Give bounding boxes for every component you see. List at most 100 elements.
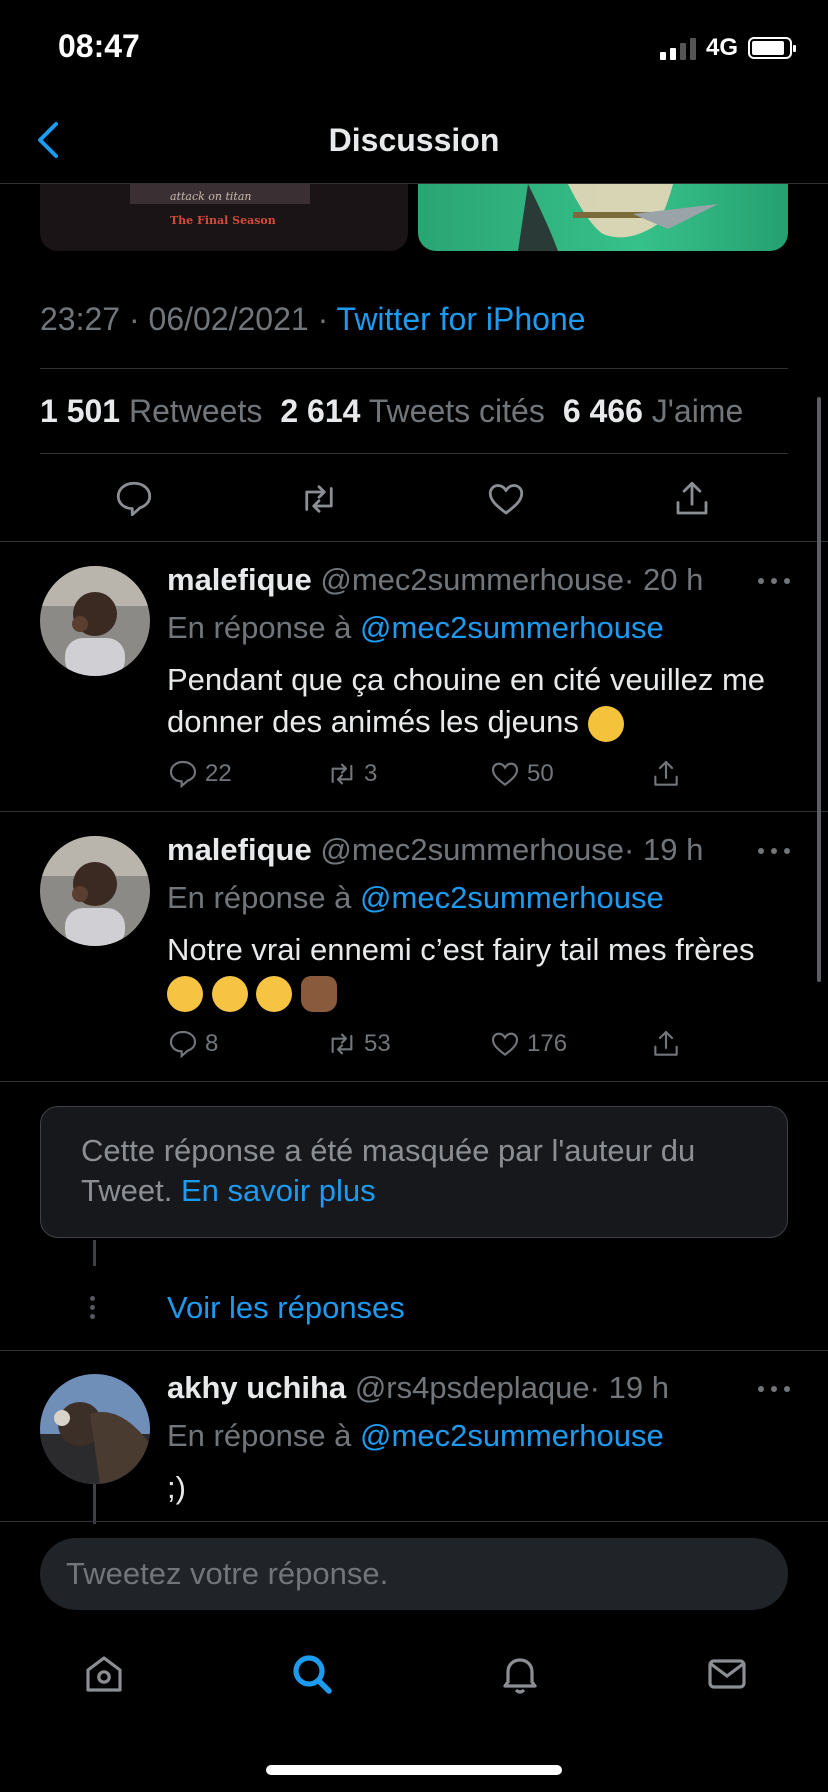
hidden-reply-notice: Cette réponse a été masquée par l'auteur… [40,1106,788,1238]
reply-to-link[interactable]: @mec2summerhouse [360,880,664,915]
share-icon [654,1030,678,1056]
thread-line [93,1240,96,1266]
retweets-stat[interactable]: 1 501 Retweets [40,393,262,430]
meta-divider [40,368,788,369]
kissing-face-emoji [587,705,624,742]
scrollbar[interactable] [817,397,821,982]
home-icon [86,1656,122,1692]
likes-stat[interactable]: 6 466 J'aime [563,393,743,430]
media-image-right[interactable] [418,184,788,251]
like-count: 50 [527,760,554,787]
likes-label: J'aime [651,393,744,429]
tab-home[interactable] [80,1650,128,1698]
tweet-time: 23:27 [40,301,121,337]
search-icon [293,1655,332,1694]
reply-icon [169,1030,197,1059]
like-icon [491,762,519,787]
quote-tweets-stat[interactable]: 2 614 Tweets cités [280,393,544,430]
tweet-meta: 23:27 · 06/02/2021 · Twitter for iPhone [40,301,586,338]
hidden-reply-text: Cette réponse a été masquée par l'auteur… [81,1133,696,1208]
reply-like-button[interactable]: 176 [489,1028,567,1060]
poster-subtitle: attack on titan [170,190,252,203]
reply-time: · 20 h [624,562,704,597]
messages-icon [708,1659,746,1689]
reply-retweet-button[interactable]: 53 [326,1028,391,1060]
reply-prefix: En réponse à [167,610,352,645]
reply-icon [169,760,197,789]
avatar-photo [40,566,150,676]
thread-line [93,1484,96,1524]
reply-to-link[interactable]: @mec2summerhouse [360,1418,664,1453]
reply-icon [116,481,152,517]
reply-count: 8 [205,1030,219,1057]
more-icon[interactable] [758,1386,790,1396]
reply-reply-button[interactable]: 8 [167,1028,218,1060]
avatar-photo [40,1374,150,1484]
home-indicator [266,1765,562,1775]
raised-fist-emoji [300,975,337,1012]
tab-search[interactable] [288,1650,336,1698]
reply-author-name[interactable]: akhy uchiha [167,1370,346,1405]
tab-messages[interactable] [703,1650,751,1698]
stats-divider [40,453,788,454]
avatar[interactable] [40,566,150,676]
like-count: 176 [527,1030,568,1057]
reply-time: · 19 h [589,1370,669,1405]
reply-divider [0,1350,828,1351]
status-indicators: 4G [659,34,796,62]
quote-tweets-count: 2 614 [280,393,361,429]
retweet-icon [331,1033,353,1055]
like-icon [491,1032,519,1057]
reply-composer-input[interactable] [40,1538,788,1610]
reply-to-link[interactable]: @mec2summerhouse [360,610,664,645]
reply-prefix: En réponse à [167,880,352,915]
reply-author-handle[interactable]: @rs4psdeplaque [355,1370,590,1405]
see-replies-link[interactable]: Voir les réponses [167,1290,405,1326]
retweet-count: 53 [364,1030,391,1057]
composer-divider [0,1521,828,1522]
share-icon [676,481,708,515]
more-icon[interactable] [758,848,790,858]
share-icon [654,760,678,786]
retweet-button[interactable] [298,478,340,520]
reply-text: ;) [167,1470,186,1505]
reply-author-handle[interactable]: @mec2summerhouse [320,832,624,867]
tweet-source-link[interactable]: Twitter for iPhone [337,301,586,337]
reply-button[interactable] [113,478,155,520]
retweets-count: 1 501 [40,393,121,429]
tab-notifications[interactable] [496,1650,544,1698]
avatar[interactable] [40,836,150,946]
rolling-laughing-emoji [167,975,203,1012]
reply-share-button[interactable] [650,1028,682,1060]
reply-author-handle[interactable]: @mec2summerhouse [320,562,624,597]
avatar-photo [40,836,150,946]
retweets-label: Retweets [128,393,263,429]
rolling-laughing-emoji [211,975,248,1012]
battery-icon [748,37,796,59]
retweet-count: 3 [364,760,378,787]
more-icon[interactable] [758,578,790,588]
like-icon [488,484,524,515]
like-button[interactable] [485,478,527,520]
reply-prefix: En réponse à [167,1418,352,1453]
thread-dots [90,1296,95,1319]
poster-title: The Final Season [170,214,276,227]
reply-author-name[interactable]: malefique [167,832,312,867]
quote-tweets-label: Tweets cités [368,393,545,429]
reply-share-button[interactable] [650,758,682,790]
share-button[interactable] [671,478,713,520]
signal-icon [659,36,696,60]
reply-count: 22 [205,760,232,787]
reply-author-name[interactable]: malefique [167,562,312,597]
reply-reply-button[interactable]: 22 [167,758,232,790]
reply-like-button[interactable]: 50 [489,758,554,790]
reply-time: · 19 h [624,832,704,867]
likes-count: 6 466 [562,393,643,429]
avatar[interactable] [40,1374,150,1484]
page-title: Discussion [328,122,500,158]
learn-more-link[interactable]: En savoir plus [181,1173,376,1208]
media-image-left[interactable]: attack on titan The Final Season [40,184,408,251]
reply-divider [0,811,828,812]
meta-separator: · [317,301,329,337]
reply-retweet-button[interactable]: 3 [326,758,377,790]
